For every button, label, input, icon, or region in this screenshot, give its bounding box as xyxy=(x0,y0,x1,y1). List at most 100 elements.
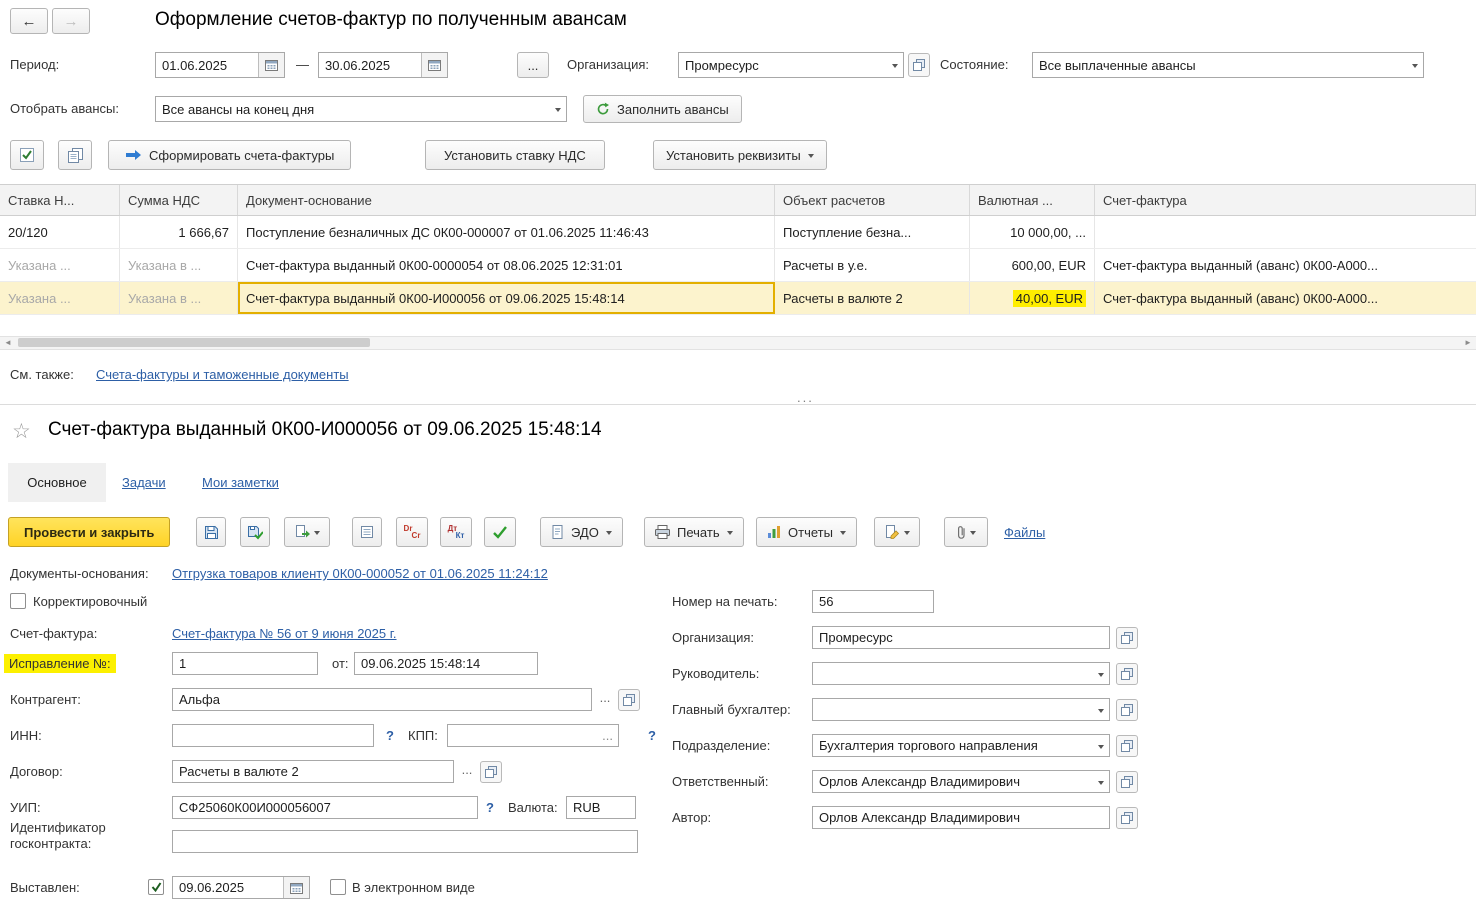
scrollbar-thumb[interactable] xyxy=(18,338,370,347)
column-header-object[interactable]: Объект расчетов xyxy=(775,185,970,215)
period-to-input[interactable]: 30.06.2025 xyxy=(318,52,448,78)
responsible-combo[interactable]: Орлов Александр Владимирович xyxy=(812,770,1110,793)
organization-combo[interactable]: Промресурс xyxy=(678,52,904,78)
table-row[interactable]: 20/120 1 666,67 Поступление безналичных … xyxy=(0,216,1476,249)
organization-open-button[interactable] xyxy=(908,53,930,77)
post-button[interactable] xyxy=(484,517,516,547)
column-header-rate[interactable]: Ставка Н... xyxy=(0,185,120,215)
issued-checkbox[interactable] xyxy=(148,879,164,895)
print-button[interactable]: Печать xyxy=(644,517,744,547)
tab-main[interactable]: Основное xyxy=(8,463,106,502)
accounting-entries-button[interactable]: ДтКт xyxy=(440,517,472,547)
cell-invoice[interactable]: Счет-фактура выданный (аванс) 0К00-А000.… xyxy=(1095,282,1476,314)
print-number-input[interactable]: 56 xyxy=(812,590,934,613)
files-link[interactable]: Файлы xyxy=(1004,521,1045,544)
tab-notes[interactable]: Мои заметки xyxy=(202,471,279,494)
responsible-open-button[interactable] xyxy=(1116,771,1138,793)
org-input[interactable]: Промресурс xyxy=(812,626,1110,649)
calendar-icon[interactable] xyxy=(258,53,284,77)
attachments-button[interactable] xyxy=(944,517,988,547)
forward-button[interactable]: → xyxy=(52,8,90,34)
save-and-post-button[interactable] xyxy=(240,517,270,547)
splitter-handle[interactable]: ... xyxy=(797,390,814,405)
cell-doc[interactable]: Поступление безналичных ДС 0К00-000007 о… xyxy=(238,216,775,248)
uip-input[interactable]: СФ25060К00И000056007 xyxy=(172,796,478,819)
set-vat-rate-button[interactable]: Установить ставку НДС xyxy=(425,140,605,170)
column-header-doc[interactable]: Документ-основание xyxy=(238,185,775,215)
cell-doc-selected[interactable]: Счет-фактура выданный 0К00-И000056 от 09… xyxy=(238,282,775,314)
dr-cr-entries-button[interactable]: DrCr xyxy=(396,517,428,547)
author-open-button[interactable] xyxy=(1116,807,1138,829)
state-combo[interactable]: Все выплаченные авансы xyxy=(1032,52,1424,78)
cell-vat[interactable]: 1 666,67 xyxy=(120,216,238,248)
column-header-currency[interactable]: Валютная ... xyxy=(970,185,1095,215)
save-button[interactable] xyxy=(196,517,226,547)
electronic-checkbox[interactable] xyxy=(330,879,346,895)
table-row-selected[interactable]: Указана ... Указана в ... Счет-фактура в… xyxy=(0,282,1476,315)
kpp-help[interactable]: ? xyxy=(648,724,656,747)
back-button[interactable]: ← xyxy=(10,8,48,34)
favorite-star-icon[interactable]: ☆ xyxy=(12,419,31,444)
cell-invoice[interactable] xyxy=(1095,216,1476,248)
org-open-button[interactable] xyxy=(1116,627,1138,649)
cell-currency[interactable]: 10 000,00, ... xyxy=(970,216,1095,248)
chevron-down-icon[interactable] xyxy=(1092,771,1109,792)
cell-rate[interactable]: Указана ... xyxy=(0,249,120,281)
chief-accountant-combo[interactable] xyxy=(812,698,1110,721)
see-also-link[interactable]: Счета-фактуры и таможенные документы xyxy=(96,363,349,386)
revision-date-input[interactable]: 09.06.2025 15:48:14 xyxy=(354,652,538,675)
basis-doc-link[interactable]: Отгрузка товаров клиенту 0К00-000052 от … xyxy=(172,562,548,585)
select-all-button[interactable] xyxy=(10,140,44,170)
edo-button[interactable]: ЭДО xyxy=(540,517,623,547)
gov-contract-input[interactable] xyxy=(172,830,638,853)
tab-tasks[interactable]: Задачи xyxy=(122,471,166,494)
registers-button[interactable] xyxy=(352,517,382,547)
period-from-input[interactable]: 01.06.2025 xyxy=(155,52,285,78)
edit-document-button[interactable] xyxy=(874,517,920,547)
author-input[interactable]: Орлов Александр Владимирович xyxy=(812,806,1110,829)
column-header-invoice[interactable]: Счет-фактура xyxy=(1095,185,1476,215)
currency-input[interactable]: RUB xyxy=(566,796,636,819)
cell-object[interactable]: Поступление безна... xyxy=(775,216,970,248)
chevron-down-icon[interactable] xyxy=(1092,735,1109,756)
counterparty-open-button[interactable] xyxy=(618,689,640,711)
splitter[interactable] xyxy=(0,404,1476,405)
contract-open-button[interactable] xyxy=(480,761,502,783)
post-and-close-button[interactable]: Провести и закрыть xyxy=(8,517,170,547)
create-based-on-button[interactable] xyxy=(284,517,330,547)
chevron-down-icon[interactable] xyxy=(1092,663,1109,684)
chief-accountant-open-button[interactable] xyxy=(1116,699,1138,721)
chevron-down-icon[interactable] xyxy=(549,97,566,121)
cell-vat[interactable]: Указана в ... xyxy=(120,249,238,281)
copy-button[interactable] xyxy=(58,140,92,170)
kpp-more-dots[interactable]: ... xyxy=(602,728,618,743)
period-more-button[interactable]: ... xyxy=(517,52,549,78)
uip-help[interactable]: ? xyxy=(486,796,494,819)
cell-object[interactable]: Расчеты в валюте 2 xyxy=(775,282,970,314)
scroll-left-arrow[interactable]: ◄ xyxy=(0,336,16,350)
inn-input[interactable] xyxy=(172,724,374,747)
correction-checkbox[interactable] xyxy=(10,593,26,609)
reports-button[interactable]: Отчеты xyxy=(756,517,857,547)
contract-input[interactable]: Расчеты в валюте 2 xyxy=(172,760,454,783)
division-combo[interactable]: Бухгалтерия торгового направления xyxy=(812,734,1110,757)
head-combo[interactable] xyxy=(812,662,1110,685)
select-advances-combo[interactable]: Все авансы на конец дня xyxy=(155,96,567,122)
cell-currency[interactable]: 600,00, EUR xyxy=(970,249,1095,281)
counterparty-input[interactable]: Альфа xyxy=(172,688,592,711)
kpp-input[interactable]: ... xyxy=(447,724,619,747)
cell-currency[interactable]: 40,00, EUR xyxy=(970,282,1095,314)
table-row[interactable]: Указана ... Указана в ... Счет-фактура в… xyxy=(0,249,1476,282)
chevron-down-icon[interactable] xyxy=(886,53,903,77)
invoice-link[interactable]: Счет-фактура № 56 от 9 июня 2025 г. xyxy=(172,622,397,645)
cell-rate[interactable]: Указана ... xyxy=(0,282,120,314)
calendar-icon[interactable] xyxy=(283,877,309,898)
chevron-down-icon[interactable] xyxy=(1092,699,1109,720)
scroll-right-arrow[interactable]: ► xyxy=(1460,336,1476,350)
cell-doc[interactable]: Счет-фактура выданный 0К00-0000054 от 08… xyxy=(238,249,775,281)
cell-rate[interactable]: 20/120 xyxy=(0,216,120,248)
cell-invoice[interactable]: Счет-фактура выданный (аванс) 0К00-А000.… xyxy=(1095,249,1476,281)
generate-invoices-button[interactable]: Сформировать счета-фактуры xyxy=(108,140,351,170)
fill-advances-button[interactable]: Заполнить авансы xyxy=(583,95,742,123)
cell-object[interactable]: Расчеты в у.е. xyxy=(775,249,970,281)
